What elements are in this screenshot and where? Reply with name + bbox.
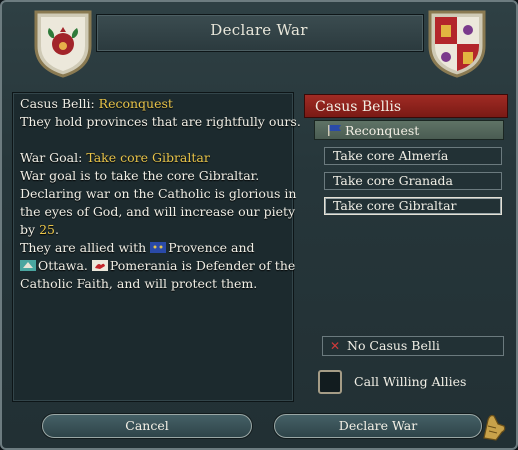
- window-title: Declare War: [210, 21, 308, 39]
- cb-reconquest-item[interactable]: Reconquest: [314, 120, 504, 140]
- flag-icon: [328, 125, 341, 136]
- ally-ottawa: Ottawa.: [38, 258, 88, 273]
- cb-text: They hold provinces that are rightfully …: [20, 114, 301, 129]
- no-casus-belli-option[interactable]: ✕ No Casus Belli: [322, 336, 504, 356]
- cb-label: Casus Belli:: [20, 96, 95, 111]
- pomegranate-shield-icon: [34, 10, 92, 78]
- no-cb-label: No Casus Belli: [347, 338, 440, 353]
- ottawa-flag-icon: [20, 260, 36, 271]
- no-cb-x-icon: ✕: [330, 339, 341, 353]
- call-allies-checkbox[interactable]: [318, 370, 342, 394]
- allied-prefix: They are allied with: [20, 240, 147, 255]
- casus-bellis-header: Casus Bellis: [304, 94, 508, 118]
- call-allies-label: Call Willing Allies: [354, 374, 467, 389]
- cb-value: Reconquest: [98, 96, 173, 111]
- goal-granada[interactable]: Take core Granada: [324, 172, 502, 190]
- pomerania-flag-icon: [91, 260, 108, 271]
- goal-text: War goal is to take the core Gibraltar. …: [20, 168, 297, 237]
- castile-leon-shield-icon: [428, 10, 486, 78]
- cb-reconquest-label: Reconquest: [345, 123, 420, 138]
- goal-almeria[interactable]: Take core Almería: [324, 147, 502, 165]
- cancel-button[interactable]: Cancel: [42, 414, 252, 438]
- declare-war-button[interactable]: Declare War: [274, 414, 482, 438]
- goal-label: War Goal:: [20, 150, 83, 165]
- goal-gibraltar[interactable]: Take core Gibraltar: [324, 197, 502, 215]
- piety-value: 25: [39, 222, 55, 237]
- gauntlet-icon: [483, 414, 506, 441]
- war-description: Casus Belli: Reconquest They hold provin…: [20, 95, 304, 293]
- defender-name: Pomerania: [109, 258, 178, 273]
- ally-provence: Provence and: [168, 240, 255, 255]
- goal-value: Take core Gibraltar: [86, 150, 210, 165]
- provence-flag-icon: [150, 242, 167, 253]
